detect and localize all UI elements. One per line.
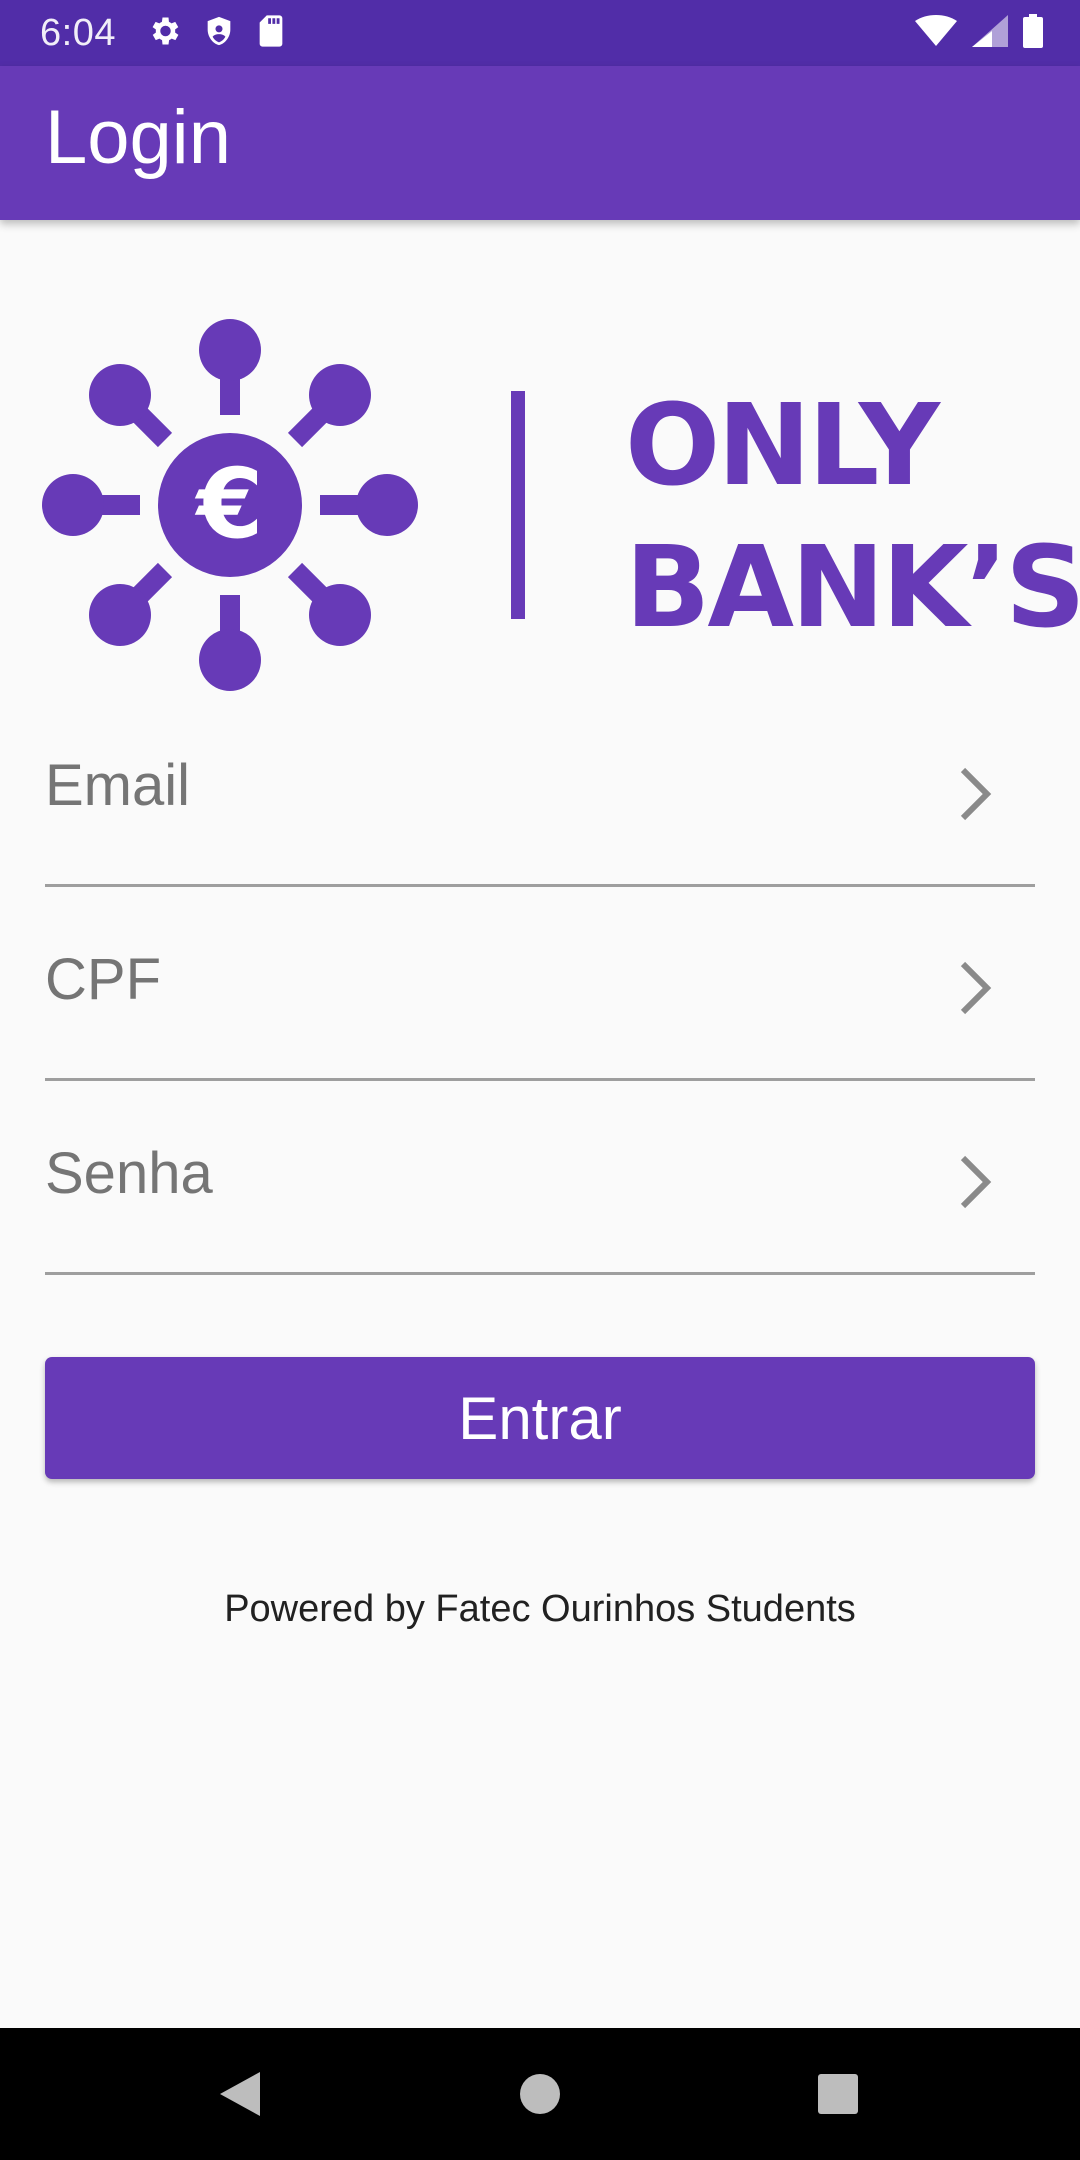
senha-field[interactable]: Senha bbox=[45, 1082, 1035, 1275]
home-icon bbox=[520, 2074, 560, 2114]
entrar-button-label: Entrar bbox=[458, 1384, 622, 1452]
cpf-label: CPF bbox=[45, 947, 161, 1012]
recents-button[interactable] bbox=[778, 2028, 898, 2160]
footer-credit: Powered by Fatec Ourinhos Students bbox=[224, 1588, 856, 1630]
gear-icon bbox=[146, 13, 182, 54]
logo-line-2: BANK’S bbox=[625, 523, 1080, 653]
chevron-right-icon[interactable] bbox=[955, 958, 995, 1018]
logo-line-1: ONLY bbox=[625, 381, 940, 511]
battery-icon bbox=[1022, 13, 1044, 53]
svg-text:€: € bbox=[195, 448, 264, 560]
system-nav-bar bbox=[0, 2028, 1080, 2160]
sd-card-icon bbox=[256, 14, 286, 53]
logo-wordmark: ONLY BANK’S bbox=[625, 375, 1080, 659]
wifi-icon bbox=[914, 14, 958, 52]
euro-network-icon: € bbox=[42, 319, 418, 691]
cell-signal-icon bbox=[972, 14, 1008, 52]
back-button[interactable] bbox=[180, 2028, 300, 2160]
email-field[interactable]: Email bbox=[45, 694, 1035, 887]
page-title: Login bbox=[45, 95, 231, 180]
logo-divider bbox=[511, 391, 525, 619]
shield-icon bbox=[202, 13, 236, 54]
back-icon bbox=[220, 2072, 260, 2116]
chevron-right-icon[interactable] bbox=[955, 764, 995, 824]
status-icons-right bbox=[914, 0, 1044, 66]
email-label: Email bbox=[45, 753, 191, 818]
status-time: 6:04 bbox=[40, 11, 116, 54]
cpf-field[interactable]: CPF bbox=[45, 888, 1035, 1081]
entrar-button[interactable]: Entrar bbox=[45, 1357, 1035, 1479]
status-bar: 6:04 bbox=[0, 0, 1080, 66]
senha-label: Senha bbox=[45, 1141, 213, 1206]
chevron-right-icon[interactable] bbox=[955, 1152, 995, 1212]
status-icons-left bbox=[146, 13, 286, 54]
home-button[interactable] bbox=[480, 2028, 600, 2160]
recents-icon bbox=[818, 2074, 858, 2114]
app-bar: Login bbox=[0, 66, 1080, 220]
brand-logo: € ONLY BANK’S bbox=[40, 315, 1080, 695]
